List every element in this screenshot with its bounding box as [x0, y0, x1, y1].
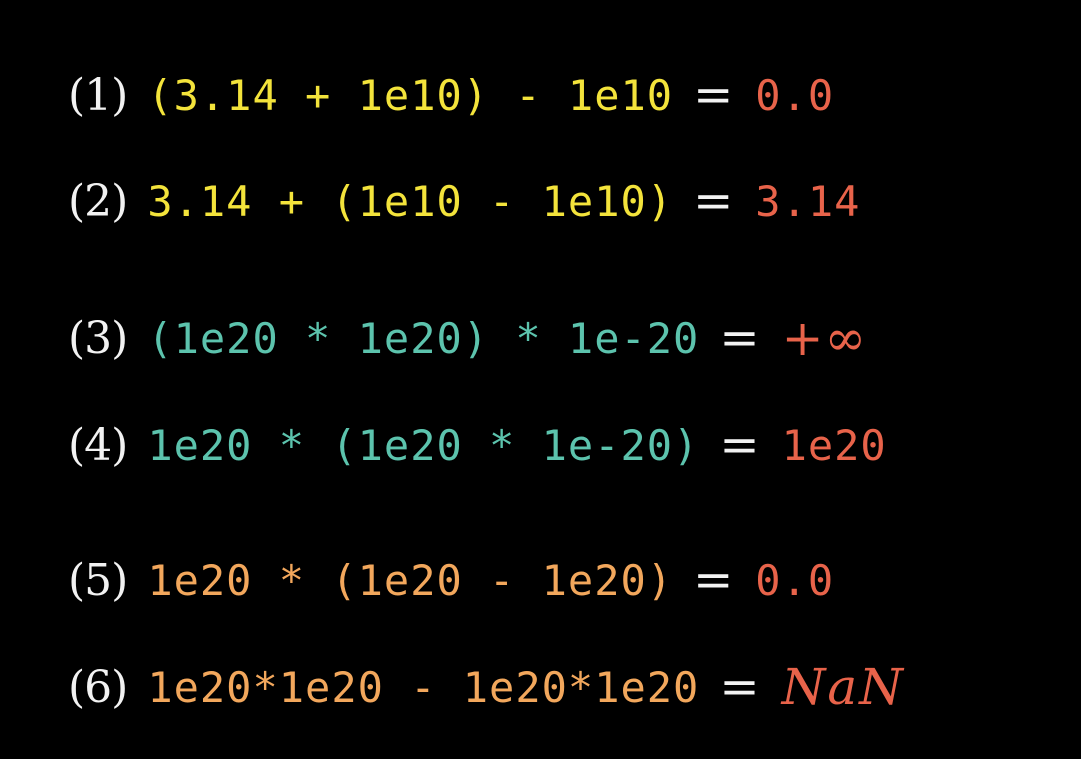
- equation-index: (2): [68, 175, 128, 227]
- equals-sign: =: [719, 310, 760, 366]
- equation-row-4: (4) 1e20 * (1e20 * 1e-20) = 1e20: [68, 410, 887, 480]
- equals-sign: =: [693, 67, 734, 123]
- equation-row-5: (5) 1e20 * (1e20 - 1e20) = 0.0: [68, 545, 834, 615]
- equals-sign: =: [693, 173, 734, 229]
- slide-frame: (1) (3.14 + 1e10) - 1e10 = 0.0 (2) 3.14 …: [0, 0, 1081, 759]
- equation-index: (5): [68, 554, 128, 606]
- equation-index: (3): [68, 312, 128, 364]
- equation-expression: (3.14 + 1e10) - 1e10: [147, 70, 674, 120]
- equation-result: NaN: [781, 658, 905, 716]
- equation-result: +∞: [781, 309, 868, 367]
- equation-expression: (1e20 * 1e20) * 1e-20: [147, 313, 700, 363]
- equation-result: 0.0: [755, 555, 835, 605]
- equation-row-6: (6) 1e20*1e20 - 1e20*1e20 = NaN: [68, 652, 905, 722]
- equals-sign: =: [719, 417, 760, 473]
- equation-result: 0.0: [755, 70, 835, 120]
- cropped-heading: [0, 0, 1081, 12]
- equation-row-3: (3) (1e20 * 1e20) * 1e-20 = +∞: [68, 303, 867, 373]
- equation-expression: 1e20*1e20 - 1e20*1e20: [147, 662, 700, 712]
- equation-index: (1): [68, 69, 128, 121]
- equation-result: 1e20: [781, 420, 887, 470]
- equals-sign: =: [693, 552, 734, 608]
- equation-index: (6): [68, 661, 128, 713]
- equation-result: 3.14: [755, 176, 861, 226]
- equation-row-1: (1) (3.14 + 1e10) - 1e10 = 0.0: [68, 60, 834, 130]
- equation-index: (4): [68, 419, 128, 471]
- equation-row-2: (2) 3.14 + (1e10 - 1e10) = 3.14: [68, 166, 860, 236]
- equation-expression: 1e20 * (1e20 - 1e20): [147, 555, 674, 605]
- equation-expression: 1e20 * (1e20 * 1e-20): [147, 420, 700, 470]
- equals-sign: =: [719, 659, 760, 715]
- equation-expression: 3.14 + (1e10 - 1e10): [147, 176, 674, 226]
